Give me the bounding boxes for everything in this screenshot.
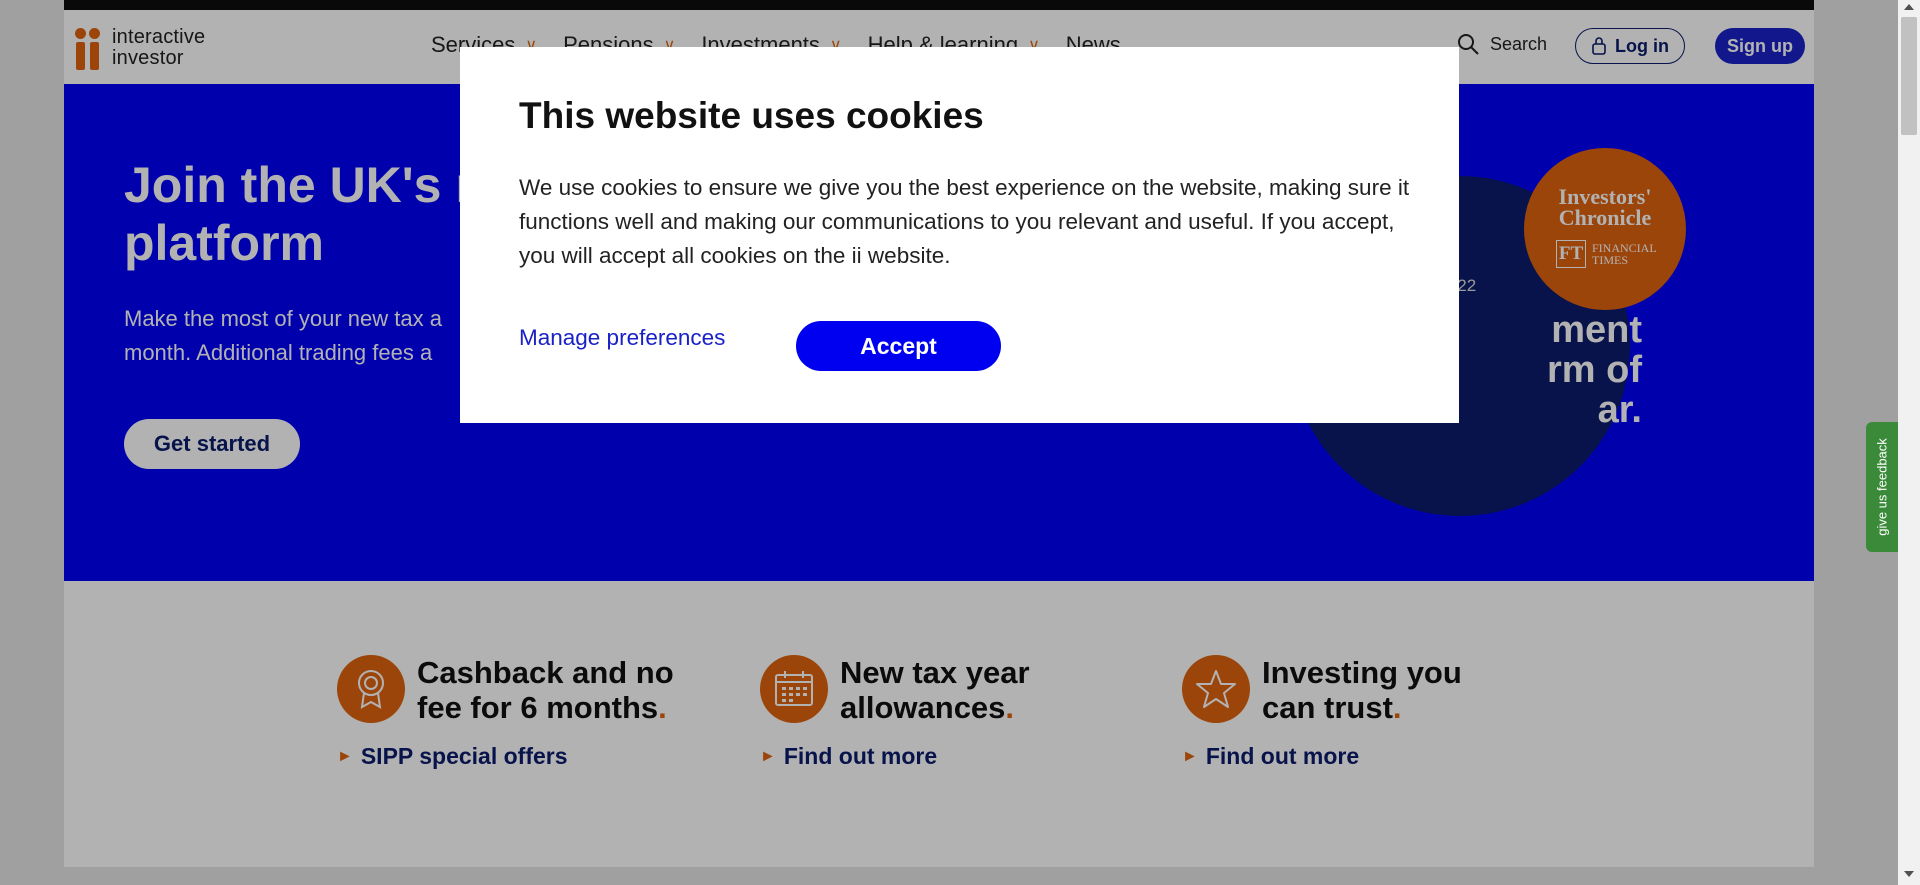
vertical-scrollbar[interactable] <box>1898 0 1920 885</box>
scroll-up-arrow-icon[interactable] <box>1904 4 1914 10</box>
cookie-consent-dialog: This website uses cookies We use cookies… <box>460 47 1459 423</box>
scroll-thumb[interactable] <box>1901 17 1917 135</box>
cookie-dialog-title: This website uses cookies <box>519 95 984 136</box>
manage-preferences-link[interactable]: Manage preferences <box>519 325 725 351</box>
page: interactive investor Services ∨ Pensions ∨… <box>0 0 1920 885</box>
cookie-dialog-body: We use cookies to ensure we give you the… <box>519 175 1410 268</box>
scroll-down-arrow-icon[interactable] <box>1904 871 1914 877</box>
feedback-tab-label: give us feedback <box>1874 438 1890 536</box>
accept-cookies-button[interactable]: Accept <box>796 321 1001 371</box>
feedback-tab[interactable]: give us feedback <box>1866 422 1898 552</box>
